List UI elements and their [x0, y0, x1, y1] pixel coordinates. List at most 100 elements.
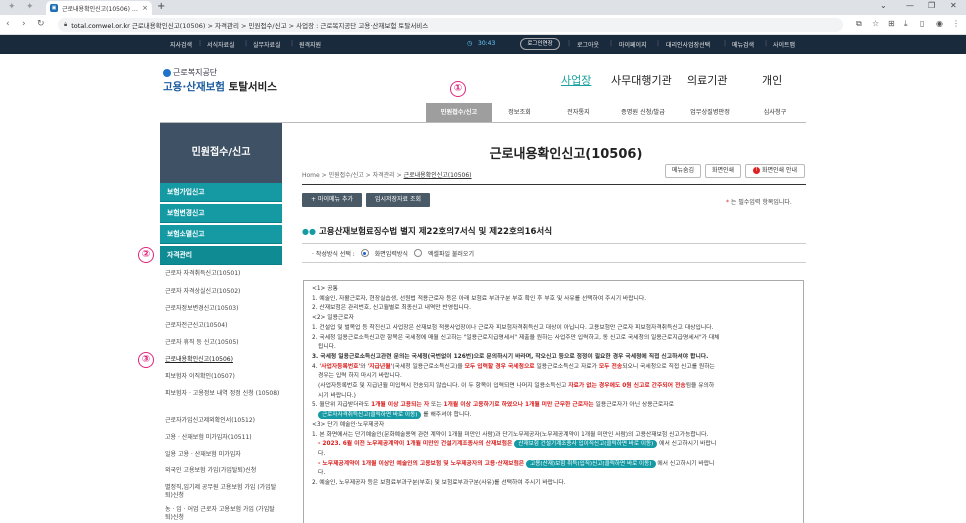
- nav-medical[interactable]: 의료기관: [687, 72, 727, 88]
- top-link-practice[interactable]: 실무자료실: [253, 40, 281, 49]
- download-icon[interactable]: ⤓: [904, 19, 908, 29]
- new-tab-button[interactable]: +: [157, 1, 165, 12]
- bird-icon: ✦: [26, 2, 34, 12]
- sidebar-group-qualification[interactable]: 자격관리: [160, 246, 282, 265]
- nav-agency[interactable]: 사무대행기관: [611, 72, 672, 88]
- crumb-home[interactable]: Home: [302, 172, 320, 179]
- tab-info[interactable]: 정보조회: [492, 103, 547, 122]
- annotation-badge-3: ③: [138, 352, 154, 368]
- crumb-current: 근로내용확인신고(10506): [403, 172, 472, 179]
- translate-icon[interactable]: ⧉: [856, 19, 862, 29]
- sidebar-item[interactable]: 외국인 고용보험 가입(가입탈퇴)신청: [165, 467, 280, 475]
- lock-icon: 🔒︎: [64, 21, 68, 28]
- tab-appeal[interactable]: 심사청구: [744, 103, 806, 122]
- bullet-icon: ●●: [302, 226, 316, 236]
- sidebar-item[interactable]: 별정직,임기제 공무원 고용보험 가입 (가입탈퇴)신청: [165, 484, 280, 500]
- radio-label[interactable]: 엑셀파일 불러오기: [428, 249, 474, 258]
- extension-icon[interactable]: ⊞: [888, 19, 895, 28]
- print-guide-button[interactable]: ! 화면인쇄 안내: [745, 164, 805, 178]
- mypage-link[interactable]: 마이페이지: [619, 40, 647, 49]
- sidebar-item[interactable]: 고용 · 산재보험 미가입자(10511): [165, 434, 280, 442]
- add-my-menu-button[interactable]: + 마이메뉴 추가: [302, 193, 362, 207]
- sidebar-item[interactable]: 근로자가입신고제외확인서(10512): [165, 417, 280, 425]
- sidebar-item[interactable]: 근로자전근신고(10504): [165, 322, 280, 330]
- reload-icon[interactable]: ↻: [37, 19, 45, 29]
- favicon-icon: ▣: [50, 4, 58, 12]
- section-title: ●● 고용산재보험료징수법 별지 제22호의7서식 및 제22호의16서식: [302, 226, 553, 238]
- annotation-badge-1: ①: [450, 81, 466, 97]
- radio-label[interactable]: 화면입력방식: [375, 249, 408, 258]
- method-label: · 작성방식 선택 :: [312, 250, 355, 258]
- sidebar-item[interactable]: 피보험자 이직확인(10507): [165, 373, 280, 381]
- divider: [302, 184, 806, 185]
- browser-tab[interactable]: ▣ 근로내용확인신고(10506) : 자 ×: [46, 1, 152, 15]
- sidepanel-icon[interactable]: ▯: [920, 19, 924, 28]
- annotation-badge-2: ②: [138, 247, 154, 263]
- clock-icon: ◷: [467, 40, 473, 47]
- bird-icon: ✦: [8, 2, 16, 12]
- crumb-item[interactable]: 민원접수/신고: [329, 172, 364, 179]
- hide-menu-button[interactable]: 메뉴숨김: [665, 164, 701, 178]
- logo-sub[interactable]: 근로복지공단: [163, 67, 217, 78]
- logo-org: 근로복지공단: [173, 68, 218, 77]
- sidebar-item-current[interactable]: 근로내용확인신고(10506): [165, 356, 280, 364]
- close-icon[interactable]: ×: [142, 4, 148, 12]
- session-timer: 30:43: [478, 40, 496, 47]
- forward-icon[interactable]: ›: [22, 19, 26, 29]
- crumb-item[interactable]: 자격관리: [373, 172, 395, 179]
- logo-icon: [163, 68, 171, 77]
- restore-icon[interactable]: ❐: [928, 1, 935, 10]
- sidebar-item[interactable]: 근로자 자격상실신고(10502): [165, 288, 280, 296]
- minimize-icon[interactable]: —: [906, 1, 914, 10]
- sidebar-group-change[interactable]: 보험변경신고: [160, 204, 282, 223]
- top-link-forms[interactable]: 서식자료실: [207, 40, 235, 49]
- top-link-remote[interactable]: 원격지원: [299, 40, 321, 49]
- top-link-branch[interactable]: 지사검색: [170, 40, 192, 49]
- tab-disease[interactable]: 업무상질병판정: [676, 103, 744, 122]
- star-icon[interactable]: ☆: [872, 19, 879, 28]
- menu-search-link[interactable]: 메뉴검색: [732, 40, 754, 49]
- info-icon: !: [753, 167, 761, 174]
- link-acquire-report[interactable]: 고용(산재)보험 취득(입직)신고(클릭하면 바로 이동): [526, 459, 656, 468]
- tab-title: 근로내용확인신고(10506) : 자: [62, 5, 139, 13]
- page-title: 근로내용확인신고(10506): [489, 147, 643, 162]
- url-host: total.comwel.or.kr: [71, 22, 130, 30]
- sidebar-item[interactable]: 피보험자 · 고용정보 내역 정정 신청 (10508): [165, 390, 280, 398]
- link-qualification-acquire[interactable]: 근로자자격취득신고(클릭하면 바로 이동): [318, 411, 422, 420]
- sidebar-title: 민원접수/신고: [160, 123, 282, 183]
- breadcrumb: Home > 민원접수/신고 > 자격관리 > 근로내용확인신고(10506): [302, 172, 472, 179]
- sidebar-item[interactable]: 일용 고용 · 산재보험 미가입자: [165, 451, 280, 459]
- login-extend-button[interactable]: 로그인연장: [520, 38, 560, 50]
- nav-business[interactable]: 사업장: [561, 72, 591, 88]
- sidebar-item[interactable]: 근로자 휴직 등 신고(10505): [165, 339, 280, 347]
- required-note: * 는 필수입력 항목입니다.: [726, 199, 792, 206]
- tab-complaint[interactable]: 민원접수/신고: [426, 103, 492, 122]
- menu-icon[interactable]: ⋮: [952, 19, 960, 28]
- sidebar-item[interactable]: 근로자 자격취득신고(10501): [165, 270, 280, 278]
- sidebar-group-extinction[interactable]: 보험소멸신고: [160, 225, 282, 244]
- radio-excel-upload[interactable]: [413, 249, 422, 257]
- tab-notice[interactable]: 전자통지: [547, 103, 610, 122]
- print-button[interactable]: 화면인쇄: [705, 164, 741, 178]
- method-selector: · 작성방식 선택 : 화면입력방식 엑셀파일 불러오기: [302, 243, 806, 263]
- agent-select-link[interactable]: 대리인사업장선택: [666, 40, 710, 49]
- logo[interactable]: 고용·산재보험 토탈서비스: [163, 79, 277, 94]
- address-bar[interactable]: 🔒︎ total.comwel.or.kr 근로내용확인신고(10506) > …: [58, 18, 843, 32]
- temp-saved-button[interactable]: 임시저장자료 조회: [366, 193, 430, 207]
- nav-personal[interactable]: 개인: [762, 72, 782, 88]
- chevron-down-icon[interactable]: ⌄: [880, 1, 887, 10]
- sidebar-group-join[interactable]: 보험가입신고: [160, 183, 282, 202]
- back-icon[interactable]: ‹: [6, 19, 10, 29]
- sitemap-link[interactable]: 사이트맵: [773, 40, 795, 49]
- tab-certificate[interactable]: 증명원 신청/발급: [610, 103, 676, 122]
- close-window-icon[interactable]: ✕: [950, 1, 957, 10]
- sidebar-item[interactable]: 농 · 임 · 어업 근로자 고용보험 가입 (가입탈퇴)신청: [165, 506, 280, 522]
- radio-screen-input[interactable]: [360, 249, 369, 257]
- link-construction-report[interactable]: 산재보험 건설기계조종사 입이직신고(클릭하면 바로 이동): [514, 440, 658, 449]
- logout-link[interactable]: 로그아웃: [577, 40, 599, 49]
- notice-box: <1> 공통 1. 예술인, 자활근로자, 현장실습생, 선원법 적용근로자 등…: [303, 280, 804, 523]
- profile-icon[interactable]: ◉: [936, 19, 943, 28]
- url-title: 근로내용확인신고(10506) > 자격관리 > 민원접수/신고 > 사업장 :…: [129, 22, 429, 30]
- sub-tabs: 민원접수/신고 정보조회 전자통지 증명원 신청/발급 업무상질병판정 심사청구: [426, 103, 806, 122]
- sidebar-item[interactable]: 근로자정보변경신고(10503): [165, 305, 280, 313]
